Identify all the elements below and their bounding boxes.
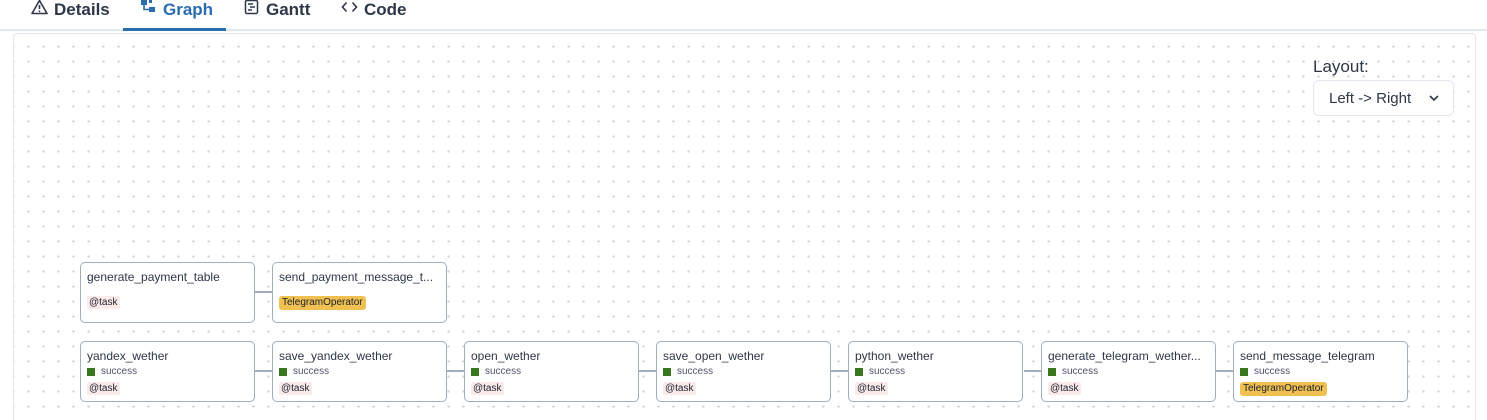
tab-details-label: Details [54, 0, 110, 19]
tab-details[interactable]: Details [30, 0, 110, 31]
edge [447, 370, 465, 372]
task-node-yandex-wether[interactable]: yandex_wether success @task [80, 341, 255, 402]
task-status-label: success [677, 366, 714, 377]
task-decorator-tag: @task [87, 296, 120, 309]
task-node-title: save_yandex_wether [279, 349, 393, 363]
task-decorator-tag: @task [471, 382, 504, 395]
task-node-title: send_payment_message_t... [279, 270, 434, 284]
operator-tag: TelegramOperator [1240, 382, 1327, 396]
edge [255, 370, 273, 372]
edge [255, 291, 273, 293]
code-icon [340, 0, 358, 16]
tab-code-label: Code [364, 0, 407, 19]
status-square-icon [1048, 367, 1056, 376]
tab-gantt-label: Gantt [266, 0, 311, 19]
chevron-down-icon [1427, 91, 1441, 105]
task-decorator-tag: @task [1048, 382, 1081, 395]
task-status: success [87, 365, 248, 378]
tab-graph[interactable]: Graph [139, 0, 213, 31]
layout-select[interactable]: Left -> Right [1313, 80, 1454, 116]
status-square-icon [279, 367, 287, 376]
task-status: success [1048, 365, 1209, 378]
task-status: success [663, 365, 824, 378]
task-node-save-open-wether[interactable]: save_open_wether success @task [656, 341, 831, 402]
tab-graph-label: Graph [163, 0, 214, 19]
task-decorator-tag: @task [87, 382, 120, 395]
task-node-generate-payment-table[interactable]: generate_payment_table @task [80, 262, 255, 323]
status-square-icon [663, 367, 671, 376]
task-node-title: yandex_wether [87, 349, 169, 363]
gantt-icon [242, 0, 260, 16]
status-square-icon [855, 367, 863, 376]
status-square-icon [87, 367, 95, 376]
task-node-python-wether[interactable]: python_wether success @task [848, 341, 1023, 402]
edge [639, 370, 657, 372]
task-status-label: success [293, 366, 330, 377]
task-status-label: success [1062, 366, 1099, 377]
task-node-title: generate_payment_table [87, 270, 220, 284]
tab-code[interactable]: Code [340, 0, 407, 31]
status-square-icon [1240, 367, 1248, 376]
layout-label: Layout: [1313, 57, 1369, 76]
edge [1024, 370, 1042, 372]
task-status-label: success [1254, 366, 1291, 377]
task-node-title: generate_telegram_wether... [1048, 349, 1201, 363]
task-status: success [855, 365, 1016, 378]
warning-icon [30, 0, 48, 16]
tab-gantt[interactable]: Gantt [242, 0, 310, 31]
task-status-label: success [869, 366, 906, 377]
task-node-send-payment-message[interactable]: send_payment_message_t... TelegramOperat… [272, 262, 447, 323]
task-status: success [471, 365, 632, 378]
task-node-send-message-telegram[interactable]: send_message_telegram success TelegramOp… [1233, 341, 1408, 402]
operator-tag: TelegramOperator [279, 296, 366, 310]
active-tab-indicator [123, 28, 226, 31]
edge [1216, 370, 1234, 372]
task-decorator-tag: @task [663, 382, 696, 395]
task-node-title: python_wether [855, 349, 934, 363]
task-decorator-tag: @task [855, 382, 888, 395]
graph-icon [139, 0, 157, 16]
tab-bar: Details Graph Gantt Code [0, 0, 1487, 31]
task-node-generate-telegram-wether[interactable]: generate_telegram_wether... success @tas… [1041, 341, 1216, 402]
task-status-label: success [485, 366, 522, 377]
task-status-label: success [101, 366, 138, 377]
task-status: success [279, 365, 440, 378]
task-node-title: open_wether [471, 349, 541, 363]
task-node-save-yandex-wether[interactable]: save_yandex_wether success @task [272, 341, 447, 402]
task-node-title: save_open_wether [663, 349, 765, 363]
task-status: success [1240, 365, 1401, 378]
task-node-open-wether[interactable]: open_wether success @task [464, 341, 639, 402]
edge [831, 370, 849, 372]
task-decorator-tag: @task [279, 382, 312, 395]
status-square-icon [471, 367, 479, 376]
task-node-title: send_message_telegram [1240, 349, 1375, 363]
layout-select-value: Left -> Right [1329, 89, 1412, 107]
